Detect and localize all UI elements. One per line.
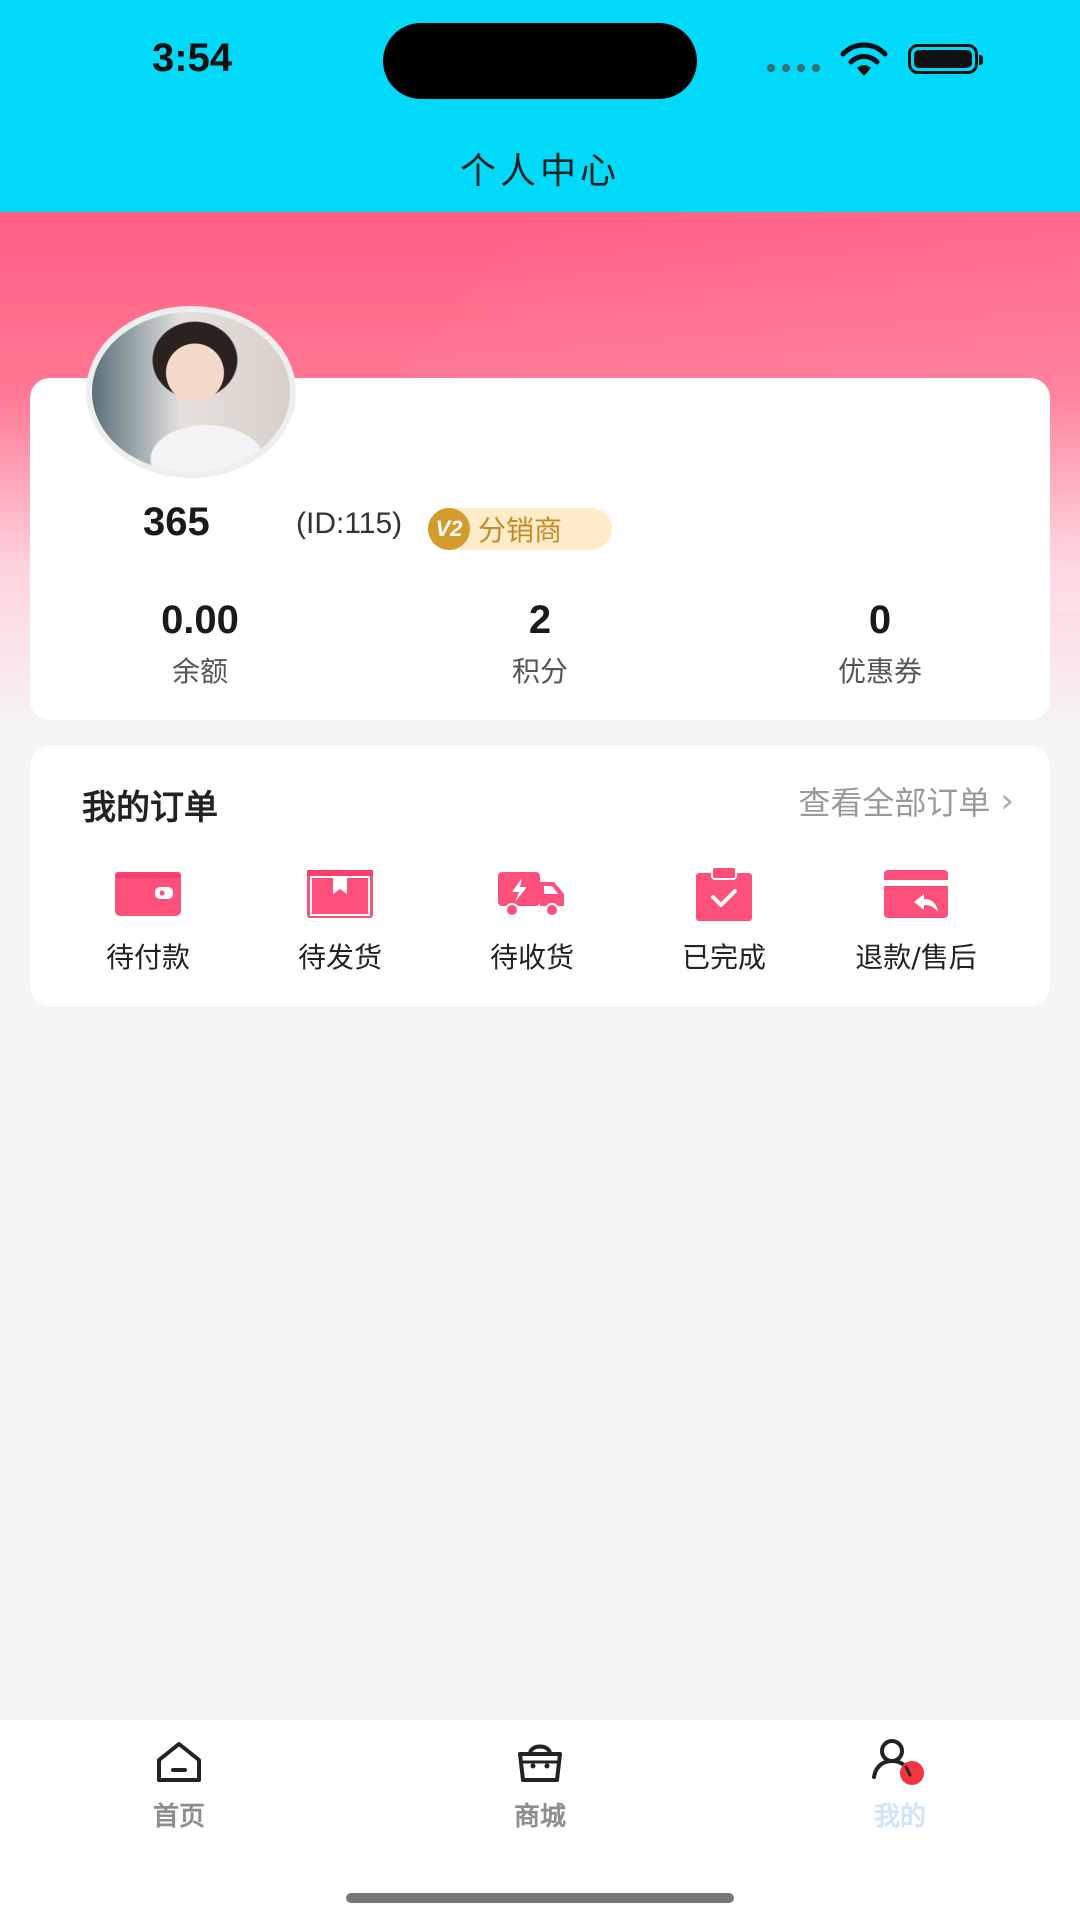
tab-home[interactable]: 首页: [99, 1734, 259, 1833]
badge-label: 分销商: [478, 514, 563, 547]
stat-balance[interactable]: 0.00 余额: [30, 596, 370, 696]
clipboard-check-icon: [696, 867, 752, 921]
distributor-badge: V2 分销商: [428, 508, 612, 550]
stat-points[interactable]: 2 积分: [370, 596, 710, 696]
chevron-right-icon: ›: [1000, 781, 1014, 821]
stat-value: 2: [528, 598, 552, 642]
view-all-orders-link[interactable]: 查看全部订单 ›: [798, 778, 1014, 824]
truck-icon: [498, 872, 564, 917]
orders-title: 我的订单: [82, 788, 218, 828]
bottom-tab-bar: 首页 商城 我的: [0, 1720, 1080, 1920]
view-all-label: 查看全部订单: [798, 784, 991, 822]
home-icon: [157, 1742, 201, 1782]
page-title: 个人中心: [459, 151, 620, 192]
dynamic-island: [383, 23, 697, 99]
tab-shop[interactable]: 商城: [460, 1734, 620, 1833]
tab-label: 首页: [152, 1802, 205, 1832]
order-item-label: 待付款: [105, 941, 190, 974]
cellular-signal-icon: [767, 64, 820, 72]
box-icon: [307, 870, 373, 918]
order-status-list: 待付款 待发货 待收货 已完成 退款/售后: [30, 866, 1050, 976]
order-item-label: 已完成: [681, 941, 766, 974]
top-header: 3:54 个人中心: [0, 0, 1080, 212]
order-pending-payment[interactable]: 待付款: [52, 866, 244, 976]
battery-icon: [908, 44, 983, 74]
avatar[interactable]: [86, 306, 296, 478]
order-item-label: 退款/售后: [855, 941, 977, 974]
status-time: 3:54: [152, 36, 233, 80]
order-refund-aftersale[interactable]: 退款/售后: [820, 866, 1012, 976]
order-pending-receipt[interactable]: 待收货: [436, 866, 628, 976]
home-indicator: [346, 1893, 734, 1903]
orders-card: 我的订单 查看全部订单 › 待付款 待发货 待收货 已完成 退款/售后: [30, 746, 1050, 1006]
order-item-label: 待发货: [297, 941, 382, 974]
stat-coupons[interactable]: 0 优惠券: [710, 596, 1050, 696]
order-pending-shipment[interactable]: 待发货: [244, 866, 436, 976]
tab-label: 我的: [873, 1802, 926, 1832]
wallet-icon: [115, 872, 181, 916]
shop-bag-icon: [518, 1744, 562, 1782]
tab-label: 商城: [513, 1802, 566, 1832]
wifi-icon: [840, 42, 888, 76]
refund-card-icon: [884, 870, 948, 918]
order-completed[interactable]: 已完成: [628, 866, 820, 976]
stat-label: 优惠券: [837, 655, 922, 688]
user-icon: [872, 1739, 924, 1785]
tab-mine[interactable]: 我的: [820, 1734, 980, 1833]
stat-value: 0: [868, 598, 892, 642]
level-icon: V2: [428, 508, 470, 550]
user-id: (ID:115): [296, 507, 403, 540]
stat-value: 0.00: [161, 598, 239, 642]
stat-label: 积分: [511, 655, 568, 688]
account-stats: 0.00 余额 2 积分 0 优惠券: [30, 596, 1050, 696]
stat-label: 余额: [171, 655, 228, 688]
user-name: 365: [143, 500, 210, 544]
order-item-label: 待收货: [489, 941, 574, 974]
